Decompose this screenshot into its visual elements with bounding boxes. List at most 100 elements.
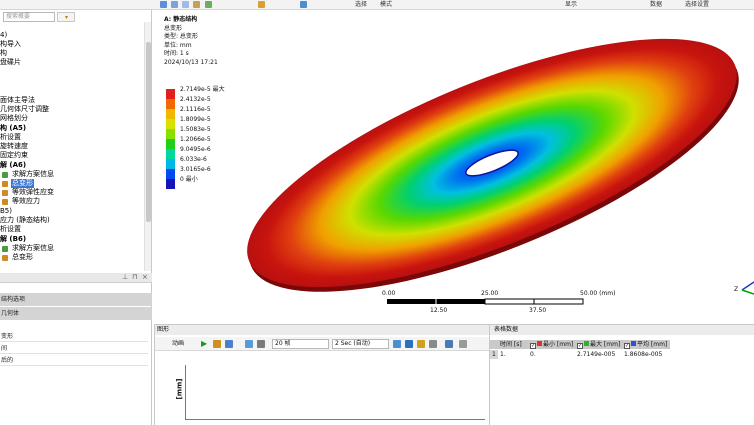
tree-item-solution-b6[interactable]: 解 (B6)	[0, 235, 26, 244]
solution-info-icon	[2, 246, 8, 252]
scale-tick-label: 37.50	[529, 307, 547, 314]
search-options-dropdown[interactable]: ▾	[57, 12, 75, 22]
table-column-header[interactable]: 时间 [s]	[498, 340, 528, 349]
details-section-structural-options[interactable]: 结构选项	[0, 293, 152, 306]
pin-icon[interactable]: ⊥	[122, 273, 128, 281]
details-row[interactable]: 间	[0, 343, 148, 354]
table-column-label: 平均 [mm]	[637, 341, 668, 348]
triad	[741, 281, 754, 295]
graph-tool-icon[interactable]	[445, 340, 453, 348]
result-icon	[2, 190, 8, 196]
tree-item[interactable]: 求解方案信息	[12, 244, 54, 253]
tree-item[interactable]: 求解方案信息	[12, 170, 54, 179]
legend-color-swatch	[166, 159, 175, 169]
tree-item[interactable]: 4)	[0, 31, 7, 40]
tree-item[interactable]: 构	[0, 49, 7, 58]
tree-item[interactable]: 总变形	[12, 253, 33, 262]
mode-label[interactable]: 模式	[380, 0, 392, 9]
tree-item[interactable]: 几何体尺寸调整	[0, 105, 49, 114]
select-icon[interactable]	[160, 1, 167, 8]
fit-icon[interactable]	[205, 1, 212, 8]
search-input[interactable]: 搜索概要	[3, 12, 55, 22]
scale-tick-label: 12.50	[430, 307, 448, 314]
chevron-down-icon: ▾	[65, 14, 69, 21]
legend-label: 1.5083e-5	[180, 126, 211, 133]
graph-plot-area[interactable]	[185, 365, 485, 420]
graph-tool-icon[interactable]	[459, 340, 467, 348]
checkbox-icon[interactable]: ✓	[624, 343, 630, 349]
tree-item[interactable]: 网格划分	[0, 114, 28, 123]
graph-tool-icon[interactable]	[393, 340, 401, 348]
table-column-header[interactable]: ✓ 最小 [mm]	[528, 340, 575, 349]
tree-item[interactable]: 等效应力	[12, 197, 40, 206]
disk-face	[247, 38, 737, 288]
table-cell-avg[interactable]: 1.8608e-005	[622, 350, 670, 359]
range-icon[interactable]	[257, 340, 265, 348]
stop-icon[interactable]	[225, 340, 233, 348]
tree-item-solution-a6[interactable]: 解 (A6)	[0, 161, 26, 170]
tree-item[interactable]: 面体主导法	[0, 96, 35, 105]
details-row[interactable]: 变形	[0, 331, 148, 342]
checkbox-icon[interactable]: ✓	[577, 343, 583, 349]
disk-contour-plot[interactable]	[152, 10, 754, 324]
graph-tool-icon[interactable]	[405, 340, 413, 348]
result-icon	[2, 181, 8, 187]
scrollbar-thumb[interactable]	[146, 42, 151, 222]
graph-tool-icon[interactable]	[417, 340, 425, 348]
legend-color-swatch	[166, 169, 175, 179]
frames-select[interactable]: 20 帧	[272, 339, 329, 349]
tree-item[interactable]: 固定约束	[0, 151, 28, 160]
series-color-swatch	[537, 341, 542, 346]
details-panel: ⊥ ⊓ × 结构选项 几何体 变形 间 后的	[0, 273, 152, 425]
table-column-label: 时间 [s]	[500, 341, 522, 348]
tree-item[interactable]: 构导入	[0, 40, 21, 49]
solution-info-icon	[2, 172, 8, 178]
table-cell-max[interactable]: 2.7149e-005	[575, 350, 622, 359]
tree-item[interactable]: B5)	[0, 207, 12, 216]
iso-icon[interactable]	[300, 1, 307, 8]
pan-icon[interactable]	[182, 1, 189, 8]
pause-icon[interactable]	[213, 340, 221, 348]
table-cell-min[interactable]: 0.	[528, 350, 575, 359]
table-column-header[interactable]: ✓ 最大 [mm]	[575, 340, 622, 349]
tree-item[interactable]: 析设置	[0, 133, 21, 142]
legend-color-swatch	[166, 119, 175, 129]
tree-item-total-deformation-selected[interactable]: 总变形	[11, 179, 34, 188]
legend-label: 3.0165e-6	[180, 166, 211, 173]
export-icon[interactable]	[245, 340, 253, 348]
zoom-icon[interactable]	[193, 1, 200, 8]
graph-tool-icon[interactable]	[429, 340, 437, 348]
table-column-header[interactable]: ✓ 平均 [mm]	[622, 340, 670, 349]
scale-tick-label: 50.00 (mm)	[580, 290, 616, 297]
close-icon[interactable]: ×	[142, 273, 148, 281]
series-color-swatch	[584, 341, 589, 346]
duration-select[interactable]: 2 Sec (自动)	[332, 339, 389, 349]
tree-item[interactable]: 析设置	[0, 225, 21, 234]
box-zoom-icon[interactable]	[258, 1, 265, 8]
details-row[interactable]: 后的	[0, 355, 148, 366]
table-cell-time[interactable]: 1.	[498, 350, 528, 359]
select-settings-label[interactable]: 选择设置	[685, 0, 709, 9]
tree-item[interactable]: 旋转速度	[0, 142, 28, 151]
tree-item[interactable]: 等效弹性应变	[12, 188, 54, 197]
select-label[interactable]: 选择	[355, 0, 367, 9]
rotate-icon[interactable]	[171, 1, 178, 8]
tree-item[interactable]: 盘碟片	[0, 58, 21, 67]
legend-label: 0 最小	[180, 176, 198, 183]
graph-y-label: [mm]	[175, 378, 184, 400]
tree-item-static-structural[interactable]: 构 (A5)	[0, 124, 26, 133]
display-label[interactable]: 显示	[565, 0, 577, 9]
play-icon[interactable]: ▶	[201, 339, 207, 348]
pin-icon[interactable]: ⊓	[132, 273, 137, 281]
table-column-label: 最小 [mm]	[543, 341, 574, 348]
result-info: A: 静态结构 总变形 类型: 总变形 单位: mm 时间: 1 s 2024/…	[164, 16, 218, 67]
legend-color-swatch	[166, 99, 175, 109]
tree-scrollbar[interactable]	[144, 22, 151, 271]
workbench-window: 选择 模式 显示 数据 选择设置 搜索概要 ▾ 4) 构导入 构 盘碟片 面体主…	[0, 0, 754, 425]
details-section-geometry[interactable]: 几何体	[0, 307, 152, 320]
checkbox-icon[interactable]: ✓	[530, 343, 536, 349]
extra-label[interactable]: 数据	[650, 0, 662, 9]
tree-item[interactable]: 应力 (静态结构)	[0, 216, 50, 225]
graphics-viewport[interactable]: A: 静态结构 总变形 类型: 总变形 单位: mm 时间: 1 s 2024/…	[152, 10, 754, 324]
legend-label: 9.0495e-6	[180, 146, 211, 153]
